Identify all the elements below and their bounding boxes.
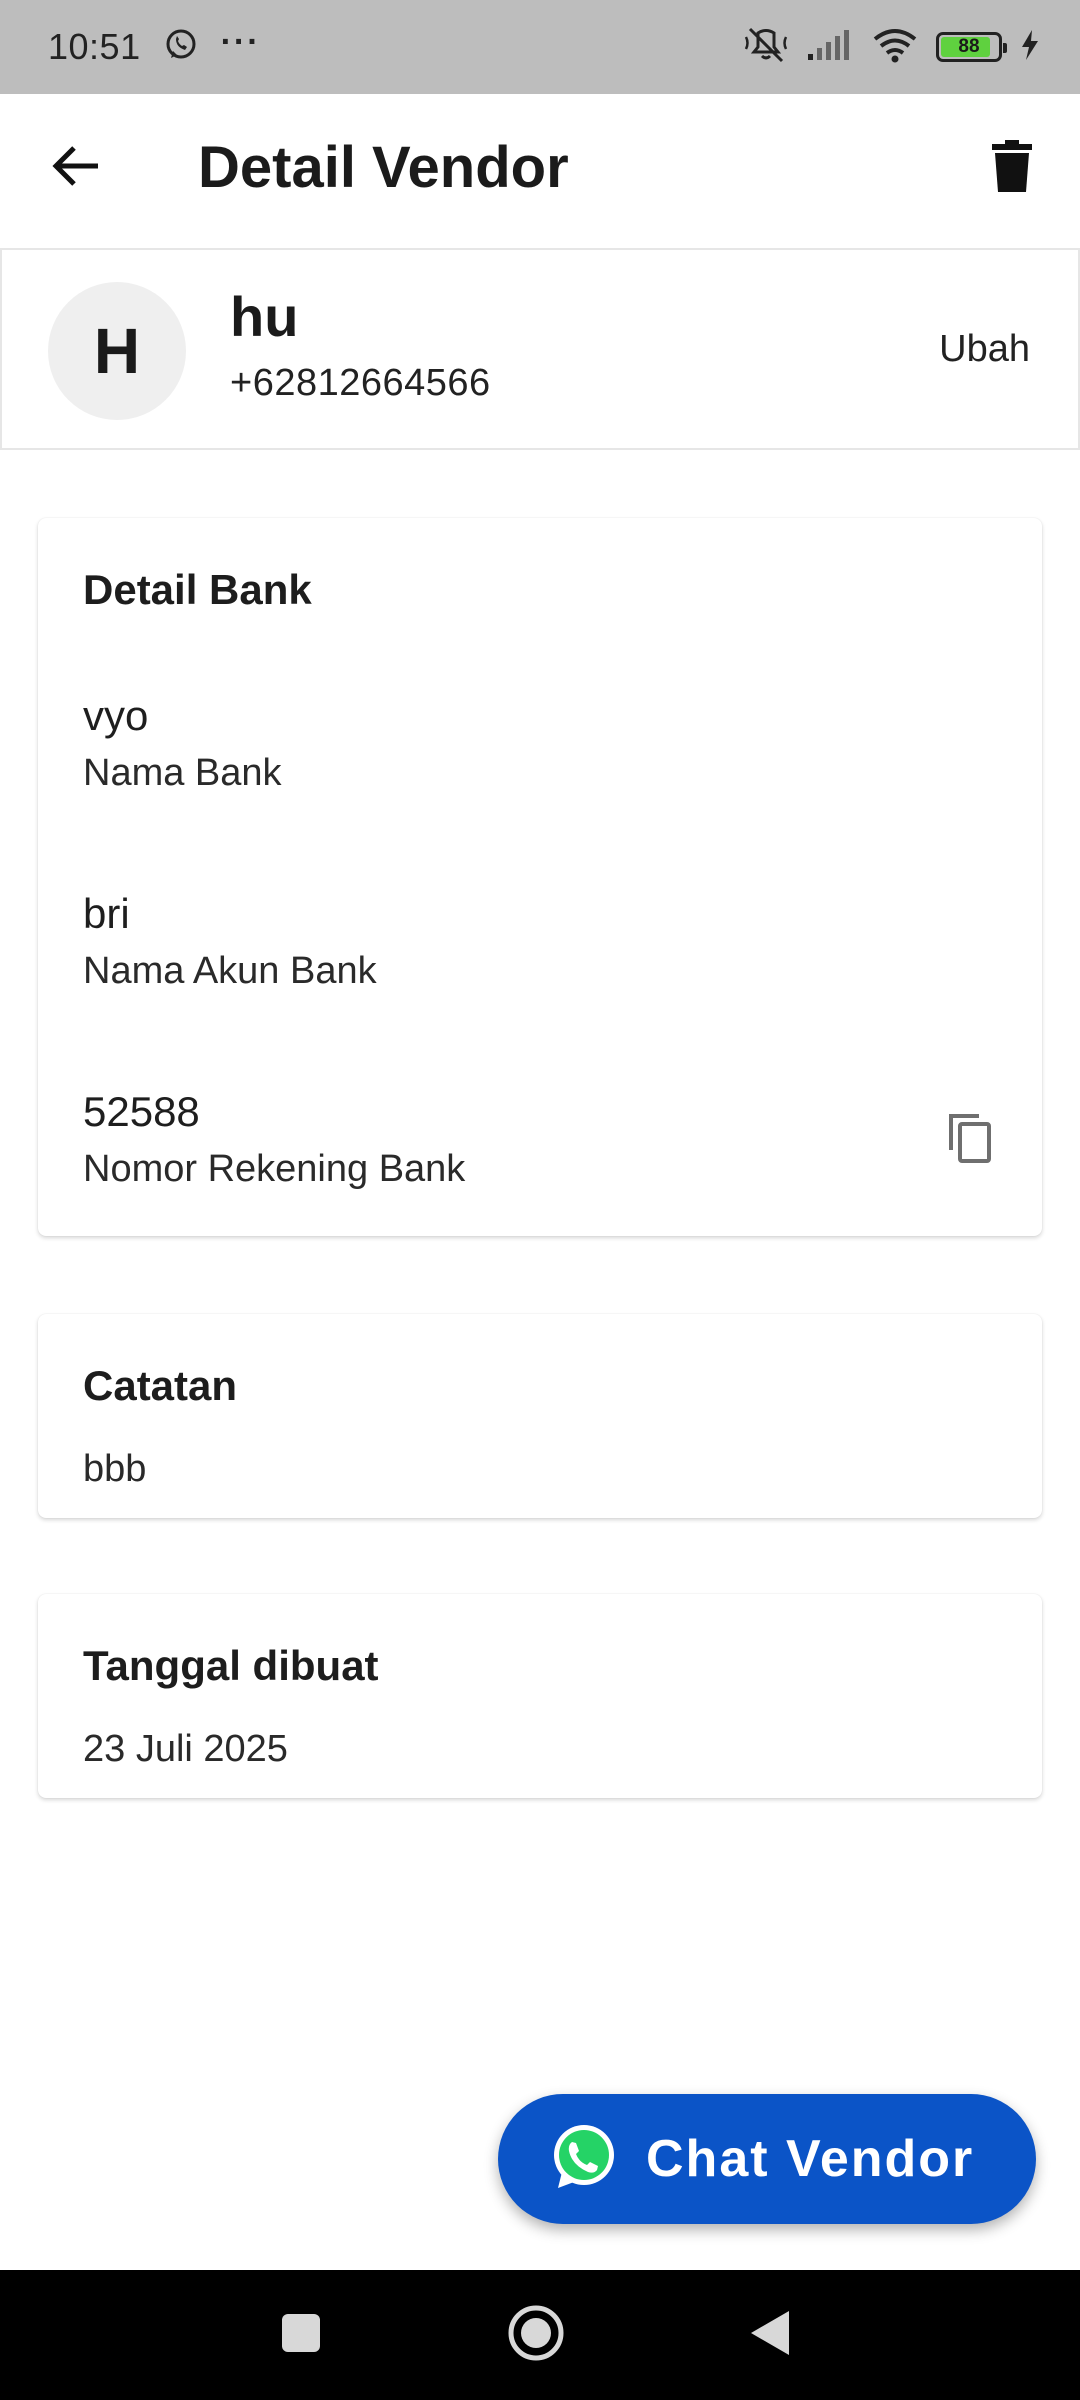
status-bar: 10:51 ··· 88 [0,0,1080,94]
signal-icon [806,28,854,67]
card-title: Detail Bank [83,566,312,613]
delete-button[interactable] [982,138,1042,198]
chat-vendor-button[interactable]: Chat Vendor [498,2094,1036,2224]
back-button[interactable] [46,138,106,198]
charging-icon [1020,29,1040,66]
back-triangle-icon [749,2309,791,2362]
account-name-label: Nama Akun Bank [83,950,377,992]
recents-button[interactable] [241,2270,361,2400]
account-number-value: 52588 [83,1088,200,1135]
back-nav-button[interactable] [710,2270,830,2400]
home-circle-icon [507,2304,565,2367]
account-name-value: bri [83,890,130,937]
chat-vendor-label: Chat Vendor [646,2130,975,2188]
notes-text: bbb [83,1448,147,1490]
vendor-header-card: H hu +62812664566 Ubah [0,248,1080,450]
battery-icon: 88 [936,32,1007,62]
created-date-card: Tanggal dibuat 23 Juli 2025 [38,1594,1042,1798]
recents-square-icon [281,2313,321,2358]
app-bar: Detail Vendor [0,94,1080,248]
vendor-name: hu [230,285,299,348]
arrow-back-icon [50,140,102,197]
vendor-phone: +62812664566 [230,362,491,404]
status-time: 10:51 [48,26,141,67]
bank-name-label: Nama Bank [83,752,282,794]
whatsapp-icon [548,2122,618,2197]
created-date-text: 23 Juli 2025 [83,1728,288,1770]
copy-icon [947,1112,993,1169]
whatsapp-notification-icon [163,27,199,68]
account-number-label: Nomor Rekening Bank [83,1148,466,1190]
more-notifications-icon: ··· [220,22,261,61]
card-title: Tanggal dibuat [83,1642,379,1689]
notes-card: Catatan bbb [38,1314,1042,1518]
trash-icon [992,139,1032,197]
copy-account-number-button[interactable] [942,1112,998,1168]
card-title: Catatan [83,1362,238,1409]
bank-name-value: vyo [83,692,149,739]
wifi-icon [872,27,918,68]
edit-button[interactable]: Ubah [939,328,1030,371]
mute-icon [744,25,788,70]
avatar: H [48,282,186,420]
system-nav-bar [0,2270,1080,2400]
page-title: Detail Vendor [198,135,569,200]
battery-level: 88 [958,36,980,57]
bank-detail-card: Detail Bank vyo Nama Bank bri Nama Akun … [38,518,1042,1236]
home-button[interactable] [476,2270,596,2400]
